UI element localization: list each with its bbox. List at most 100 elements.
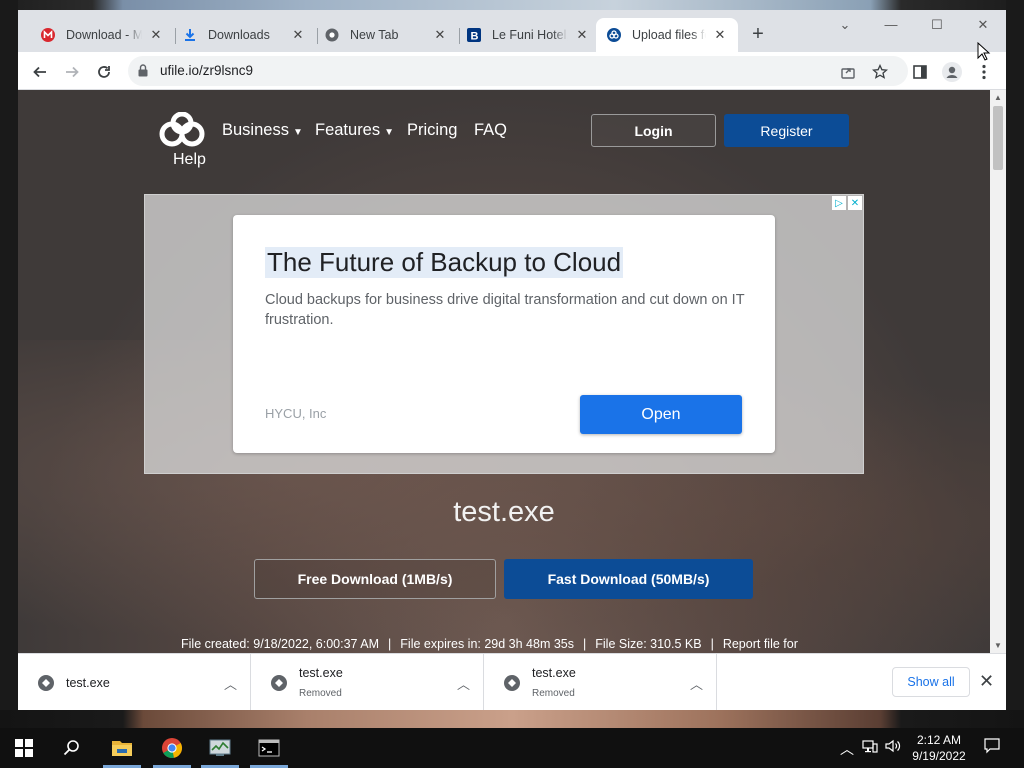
separator: | [583,637,587,651]
network-icon[interactable] [862,739,878,756]
chevron-up-icon[interactable]: ︿ [457,674,470,693]
clock-time: 2:12 AM [916,733,962,747]
nav-faq-label: FAQ [474,121,508,139]
close-icon[interactable]: ✕ [712,27,728,43]
tray-chevron-up-icon[interactable]: ︿ [840,739,854,759]
scroll-down-icon[interactable]: ▼ [994,641,1002,650]
adchoices-icon[interactable]: ▷ [832,196,846,210]
ufile-logo-icon[interactable] [158,111,206,148]
tab-title: Downloads [208,28,270,42]
ad-open-button[interactable]: Open [580,395,742,434]
download-filename: test.exe [299,666,343,680]
file-created: File created: 9/18/2022, 6:00:37 AM [181,637,380,651]
download-item[interactable]: test.exe Removed ︿ [484,654,717,710]
close-icon[interactable]: ✕ [148,27,164,43]
scrollbar-thumb[interactable] [993,106,1003,170]
mouse-cursor-icon [977,42,991,61]
ufile-icon [606,27,622,43]
ad-description: Cloud backups for business drive digital… [265,292,745,328]
ad-sponsor: HYCU, Inc [265,406,327,421]
file-explorer-icon[interactable] [110,736,134,760]
tab-title: New Tab [350,28,399,42]
ad-choices[interactable]: ▷ ✕ [832,196,862,210]
tab-ufile-upload[interactable]: Upload files fo ✕ [596,18,738,52]
new-tab-button[interactable]: + [748,24,768,44]
scroll-up-icon[interactable]: ▲ [994,93,1002,102]
window-close-icon[interactable]: ✕ [960,14,1006,36]
close-icon[interactable]: ✕ [574,27,590,43]
download-icon [182,27,198,43]
tab-new-tab[interactable]: New Tab ✕ [314,18,458,52]
menu-kebab-icon[interactable] [972,60,996,84]
mega-icon [40,27,56,43]
desktop-wallpaper [0,0,18,728]
terminal-icon[interactable] [257,736,281,760]
tab-search-icon[interactable]: ⌄ [822,14,868,36]
nav-business[interactable]: Business ▼ [222,121,303,140]
download-item[interactable]: test.exe Removed ︿ [251,654,484,710]
task-manager-icon[interactable] [208,736,232,760]
file-expires: File expires in: 29d 3h 48m 35s [400,637,575,651]
close-icon[interactable]: ✕ [290,27,306,43]
lock-icon[interactable] [138,64,148,82]
back-icon[interactable] [28,60,52,84]
clock-date: 9/19/2022 [912,749,966,763]
taskbar: ︿ 2:12 AM 9/19/2022 [0,728,1024,768]
chevron-down-icon: ▼ [292,126,303,138]
download-shelf: test.exe ︿ test.exe Removed ︿ test.exe R… [18,653,1006,710]
address-bar[interactable]: ufile.io/zr9lsnc9 [128,56,908,86]
browser-toolbar: ufile.io/zr9lsnc9 [18,52,1006,90]
desktop-wallpaper [0,0,1024,10]
maximize-icon[interactable]: ☐ [914,14,960,36]
booking-icon: B [466,27,482,43]
url-text: ufile.io/zr9lsnc9 [160,63,254,78]
nav-pricing[interactable]: Pricing [407,121,457,140]
download-status: Removed [299,688,342,699]
page-scrollbar[interactable]: ▲ ▼ [990,90,1006,653]
chrome-icon[interactable] [160,736,184,760]
ad-banner: ▷ ✕ The Future of Backup to Cloud Cloud … [144,194,864,474]
profile-avatar-icon[interactable] [940,60,964,84]
nav-business-label: Business [222,121,289,139]
forward-icon[interactable] [60,60,84,84]
show-all-button[interactable]: Show all [892,667,970,697]
ad-title[interactable]: The Future of Backup to Cloud [265,247,624,278]
volume-icon[interactable] [885,739,901,756]
nav-features[interactable]: Features ▼ [315,121,394,140]
system-clock[interactable]: 2:12 AM 9/19/2022 [908,732,970,764]
download-item[interactable]: test.exe ︿ [18,654,251,710]
tab-downloads[interactable]: Downloads ✕ [172,18,316,52]
register-button[interactable]: Register [724,114,849,147]
report-file-link[interactable]: Report file for [723,637,798,651]
reload-icon[interactable] [92,60,116,84]
download-filename: test.exe [66,676,110,690]
tab-mega-download[interactable]: Download - M ✕ [30,18,174,52]
nav-features-label: Features [315,121,381,139]
file-type-icon [504,675,520,691]
tab-title: Upload files fo [632,28,706,42]
free-download-button[interactable]: Free Download (1MB/s) [254,559,496,599]
close-icon[interactable]: ✕ [848,196,862,210]
chevron-up-icon[interactable]: ︿ [224,674,237,693]
download-status: Removed [532,688,575,699]
fast-download-button[interactable]: Fast Download (50MB/s) [504,559,753,599]
bookmark-star-icon[interactable] [868,60,892,84]
share-icon[interactable] [836,60,860,84]
chevron-down-icon: ▼ [384,126,395,138]
tab-title: Download - M [66,28,142,42]
help-link[interactable]: Help [173,151,206,169]
side-panel-icon[interactable] [908,60,932,84]
close-icon[interactable]: ✕ [432,27,448,43]
download-filename: test.exe [532,666,576,680]
minimize-icon[interactable]: — [868,14,914,36]
login-button[interactable]: Login [591,114,716,147]
notification-icon[interactable] [984,738,1000,757]
chrome-icon [324,27,340,43]
nav-faq[interactable]: FAQ [474,121,507,140]
ad-card[interactable]: The Future of Backup to Cloud Cloud back… [233,215,775,453]
chevron-up-icon[interactable]: ︿ [690,674,703,693]
windows-start-icon[interactable] [12,736,36,760]
search-icon[interactable] [60,736,84,760]
tab-booking[interactable]: B Le Funi Hotel, ✕ [456,18,600,52]
close-icon[interactable]: ✕ [979,671,994,692]
